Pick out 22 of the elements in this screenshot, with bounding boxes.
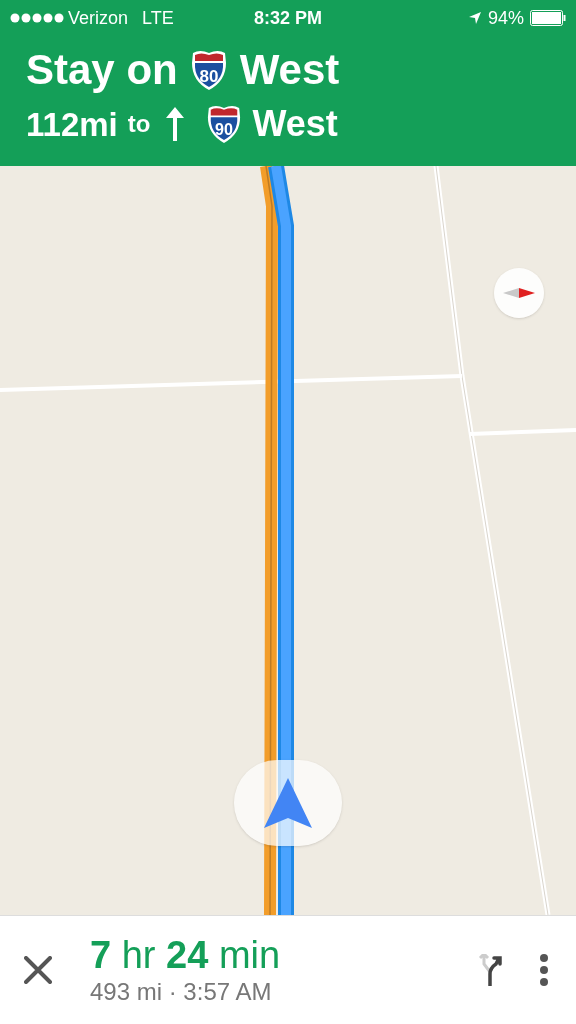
navigation-arrow-icon (264, 778, 312, 828)
network-type: LTE (142, 6, 174, 30)
connector-text: to (127, 112, 151, 136)
carrier-name: Verizon (68, 6, 129, 30)
battery-percent: 94% (487, 6, 524, 30)
battery-icon (530, 10, 566, 26)
direction-text: West (252, 106, 338, 142)
location-arrow-icon (467, 11, 482, 25)
close-icon (24, 956, 52, 984)
direction-text: West (239, 49, 340, 91)
signal-icon (10, 13, 66, 23)
interstate-shield-icon: 90 (206, 104, 243, 144)
distance-text: 112mi (26, 107, 118, 141)
more-icon (539, 954, 549, 986)
clock: 8:32 PM (254, 6, 322, 30)
interstate-shield-icon: 80 (189, 49, 228, 91)
instruction-text: Stay on (26, 49, 178, 91)
straight-arrow-icon (166, 107, 185, 141)
route-fork-icon (476, 954, 504, 986)
trip-duration: 7 hr 24 min (90, 933, 281, 977)
compass-icon (503, 286, 535, 300)
trip-details: 493 mi · 3:57 AM (90, 977, 273, 1007)
